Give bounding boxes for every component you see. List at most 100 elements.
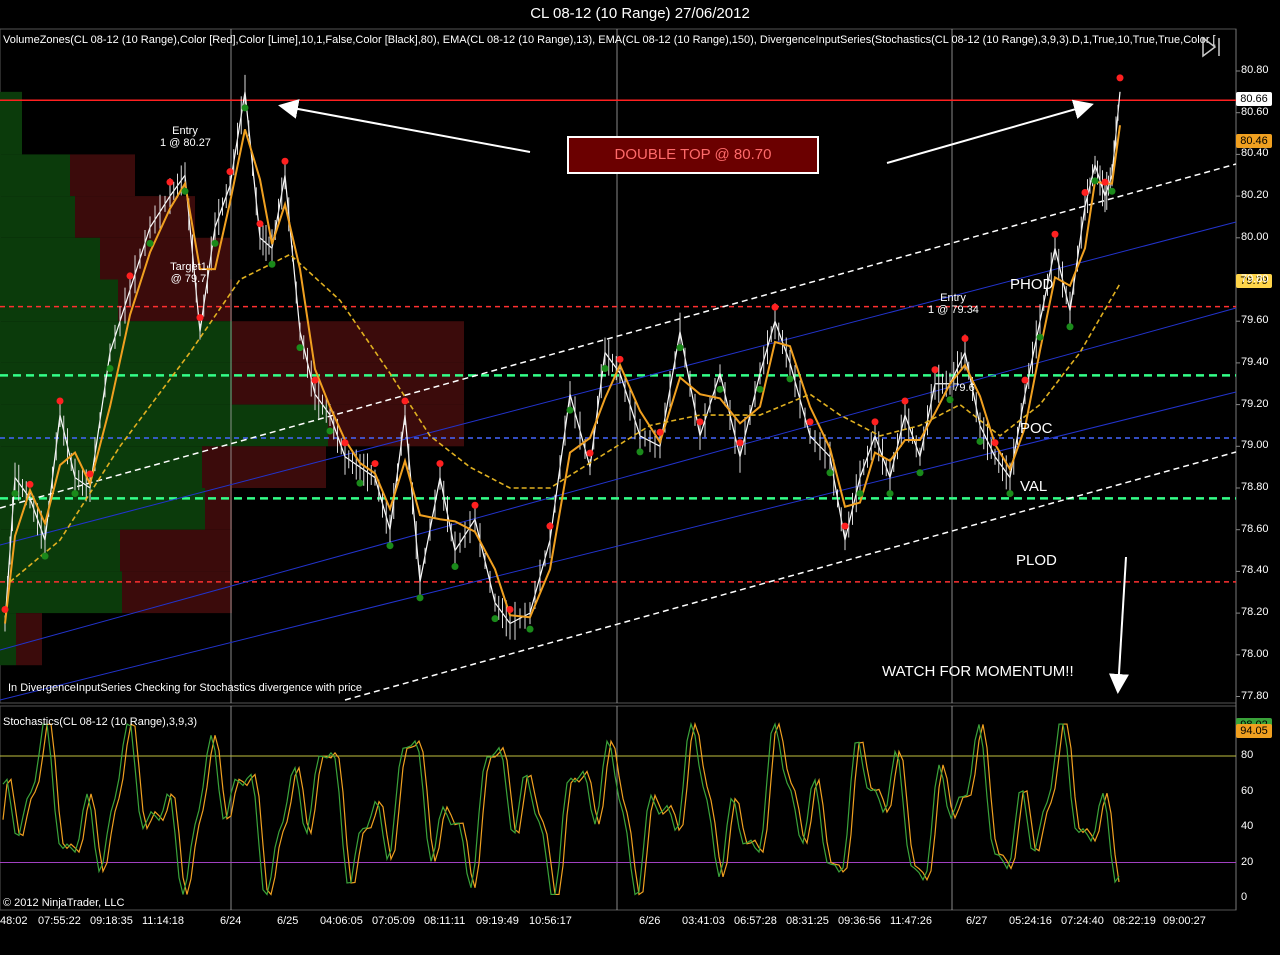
entry-marker-1: Entry 1 @ 80.27 (160, 125, 211, 149)
sell-signal-dot (991, 439, 999, 447)
buy-signal-dot (786, 375, 794, 383)
buy-signal-dot (356, 479, 364, 487)
sell-signal-dot (226, 168, 234, 176)
buy-volume-zone (0, 154, 70, 197)
divergence-status: In DivergenceInputSeries Checking for St… (8, 682, 363, 694)
buy-signal-dot (11, 490, 19, 498)
sell-signal-dot (401, 397, 409, 405)
last-price-tag: 80.66 (1236, 92, 1272, 106)
time-tick-label: 6/24 (220, 915, 242, 927)
buy-volume-zone (0, 488, 205, 530)
sell-signal-dot (931, 366, 939, 374)
time-tick-label: 6/27 (966, 915, 988, 927)
time-tick-label: 09:19:49 (476, 915, 519, 927)
stoch-tick-label: 60 (1241, 784, 1254, 797)
time-tick-label: 08:11:11 (424, 915, 466, 927)
sell-signal-dot (1021, 376, 1029, 384)
sell-signal-dot (1101, 178, 1109, 186)
sell-volume-zone (122, 571, 232, 614)
time-tick-label: 09:36:56 (838, 915, 881, 927)
buy-signal-dot (416, 594, 424, 602)
buy-signal-dot (676, 344, 684, 352)
buy-signal-dot (916, 469, 924, 477)
buy-volume-zone (0, 571, 122, 614)
sell-signal-dot (56, 397, 64, 405)
entry-detail: 1 @ 80.27 (160, 137, 211, 149)
buy-signal-dot (1108, 187, 1116, 195)
time-tick-label: 04:06:05 (320, 915, 363, 927)
price-tick-label: 77.80 (1241, 689, 1269, 702)
buy-signal-dot (211, 239, 219, 247)
buy-signal-dot (386, 542, 394, 550)
buy-signal-dot (526, 625, 534, 633)
sell-signal-dot (371, 460, 379, 468)
price-tick-label: 80.00 (1241, 230, 1269, 243)
price-tick-label: 78.00 (1241, 647, 1269, 660)
buy-signal-dot (1091, 177, 1099, 185)
target-detail: @ 79.7 (170, 273, 207, 285)
price-tick-label: 79.00 (1241, 439, 1269, 452)
sell-signal-dot (771, 303, 779, 311)
buy-signal-dot (491, 615, 499, 623)
val-label: VAL (1020, 478, 1048, 495)
ema13-price-tag: 80.46 (1236, 134, 1272, 148)
buy-volume-zone (0, 529, 120, 572)
time-tick-label: 05:24:16 (1009, 915, 1052, 927)
sell-volume-zone (75, 196, 195, 238)
sell-signal-dot (1116, 74, 1124, 82)
time-tick-label: 08:22:19 (1113, 915, 1156, 927)
price-tick-label: 79.40 (1241, 355, 1269, 368)
poc-label: POC (1020, 420, 1053, 437)
time-tick-label: 07:24:40 (1061, 915, 1104, 927)
price-tick-label: 78.20 (1241, 606, 1269, 619)
buy-volume-zone (0, 196, 75, 238)
copyright: © 2012 NinjaTrader, LLC (3, 897, 125, 909)
sell-signal-dot (656, 428, 664, 436)
sell-signal-dot (901, 397, 909, 405)
sell-signal-dot (256, 220, 264, 228)
time-tick-label: 6/26 (639, 915, 661, 927)
sell-signal-dot (1081, 189, 1089, 197)
sell-volume-zone (120, 529, 232, 572)
price-tick-label: 78.80 (1241, 481, 1269, 493)
buy-signal-dot (946, 396, 954, 404)
playback-icon[interactable] (1201, 36, 1225, 58)
sell-signal-dot (471, 501, 479, 509)
time-tick-label: 09:00:27 (1163, 915, 1206, 927)
time-tick-label: 11:47:26 (890, 915, 933, 927)
plod-label: PLOD (1016, 552, 1057, 569)
sell-volume-zone (205, 488, 232, 530)
entry-title: Entry (172, 125, 198, 137)
buy-signal-dot (1006, 490, 1014, 498)
sell-signal-dot (696, 418, 704, 426)
sell-signal-dot (1, 606, 9, 614)
price-tick-label: 78.40 (1241, 564, 1269, 577)
sell-signal-dot (281, 157, 289, 165)
time-tick-label: 48:02 (0, 915, 28, 927)
target-marker-1: Target1 @ 79.7 (166, 261, 211, 285)
sell-signal-dot (546, 522, 554, 530)
sell-signal-dot (871, 418, 879, 426)
stoch-tick-label: 0 (1241, 891, 1248, 903)
buy-signal-dot (856, 490, 864, 498)
sell-signal-dot (806, 418, 814, 426)
sell-signal-dot (86, 470, 94, 478)
time-tick-label: 10:56:17 (529, 915, 572, 927)
buy-signal-dot (886, 490, 894, 498)
double-top-annotation-box: DOUBLE TOP @ 80.70 (567, 136, 819, 174)
time-tick-label: 07:05:09 (372, 915, 415, 927)
price-tick-label: 80.60 (1241, 105, 1269, 118)
buy-volume-zone (0, 237, 100, 280)
buy-signal-dot (976, 437, 984, 445)
buy-signal-dot (451, 563, 459, 571)
stoch-title: Stochastics(CL 08-12 (10 Range),3,9,3) (3, 716, 198, 728)
sell-volume-zone (232, 321, 464, 363)
y-axis-ticks (1236, 70, 1240, 697)
sell-signal-dot (436, 460, 444, 468)
buy-signal-dot (566, 406, 574, 414)
sell-volume-zone (70, 154, 135, 197)
sell-signal-dot (841, 522, 849, 530)
price-tick-label: 80.80 (1241, 64, 1269, 76)
sell-signal-dot (1051, 230, 1059, 238)
buy-signal-dot (636, 448, 644, 456)
